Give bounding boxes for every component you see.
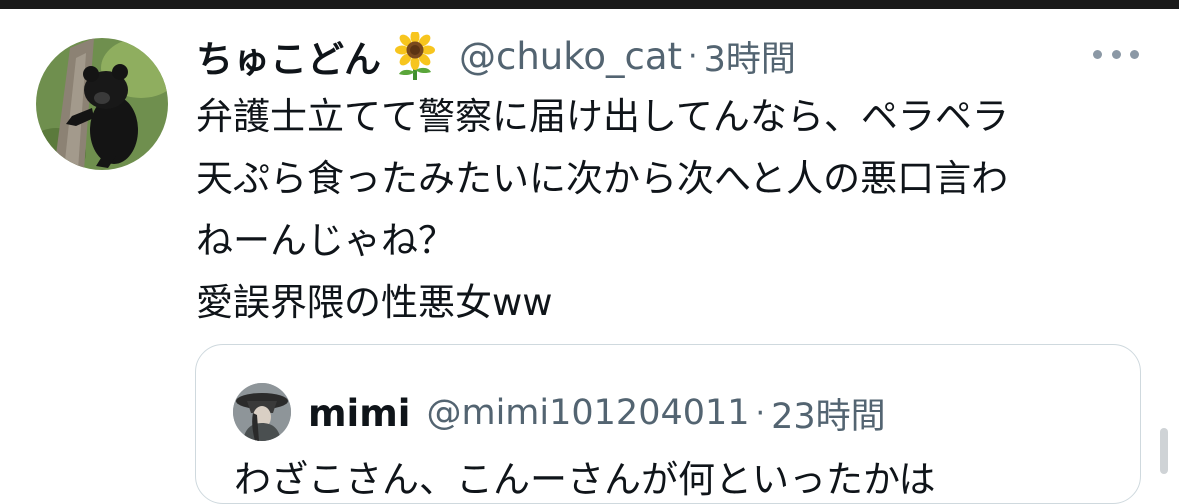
tweet-body: 弁護士立てて警察に届け出してんなら、ペラペラ 天ぷら食ったみたいに次から次へと人… bbox=[196, 86, 1156, 334]
tweet-text-line: 天ぷら食ったみたいに次から次へと人の悪口言わ bbox=[196, 157, 1009, 200]
separator-dot: · bbox=[755, 395, 766, 431]
quote-avatar bbox=[233, 383, 291, 441]
avatar[interactable] bbox=[36, 38, 168, 170]
more-options-icon[interactable] bbox=[1093, 40, 1139, 68]
sunflower-icon bbox=[391, 30, 439, 80]
tweet-header: ちゅこどん @chuko_cat · 3時間 bbox=[196, 28, 796, 84]
quote-tweet-card[interactable]: mimi @mimi101204011 · 23時間 わざこさん、こんーさんが何… bbox=[195, 344, 1141, 504]
quote-display-name[interactable]: mimi bbox=[308, 392, 410, 435]
quote-timestamp[interactable]: 23時間 bbox=[771, 388, 886, 439]
user-handle[interactable]: @chuko_cat bbox=[459, 35, 682, 78]
tweet-text-line: 弁護士立てて警察に届け出してんなら、ペラペラ bbox=[196, 95, 1009, 138]
scrollbar[interactable] bbox=[1160, 428, 1168, 474]
display-name[interactable]: ちゅこどん bbox=[196, 29, 381, 83]
quote-user-handle[interactable]: @mimi101204011 bbox=[426, 393, 749, 433]
bear-cub-photo bbox=[36, 38, 168, 170]
quote-header: mimi @mimi101204011 · 23時間 bbox=[308, 385, 886, 441]
timestamp[interactable]: 3時間 bbox=[704, 31, 796, 82]
tweet-text-line: 愛誤界隈の性悪女ww bbox=[196, 281, 553, 324]
tweet-text-line: ねーんじゃね？ bbox=[196, 219, 455, 262]
quote-text: わざこさん、こんーさんが何といったかは bbox=[234, 458, 936, 501]
status-bar bbox=[0, 0, 1179, 9]
separator-dot: · bbox=[688, 38, 698, 74]
